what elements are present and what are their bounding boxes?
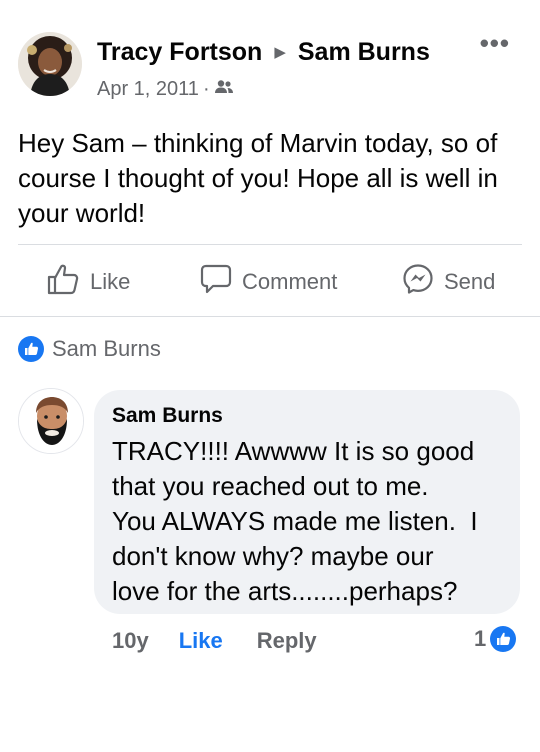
send-button[interactable]: Send xyxy=(402,258,495,306)
comment-text-line: don't know why? maybe our xyxy=(112,541,434,571)
author-name[interactable]: Tracy Fortson xyxy=(97,38,262,67)
reactions-summary[interactable]: Sam Burns xyxy=(18,336,161,362)
comment-button[interactable]: Comment xyxy=(200,258,337,306)
like-label: Like xyxy=(90,269,131,294)
like-reaction-icon xyxy=(490,626,517,652)
messenger-icon xyxy=(402,263,444,301)
meta-separator: · xyxy=(202,78,210,100)
commenter-avatar[interactable] xyxy=(18,388,84,454)
comment-text-line: love for the arts........perhaps? xyxy=(112,576,458,606)
comment-text-line: TRACY!!!! Awwww It is so good xyxy=(112,436,475,466)
comment-text-line: that you reached out to me. xyxy=(112,471,429,501)
comment-actions: 10y Like Reply xyxy=(112,626,317,656)
author-avatar-image xyxy=(18,32,82,96)
post-action-bar: Like Comment Send xyxy=(0,258,540,306)
thumbs-up-icon xyxy=(46,263,90,301)
comment-like-button[interactable]: Like xyxy=(179,628,223,654)
more-dots-icon[interactable]: ••• xyxy=(480,28,510,59)
post-meta: Apr 1, 2011 · xyxy=(97,78,234,101)
post-date[interactable]: Apr 1, 2011 xyxy=(97,78,199,101)
liked-by-name: Sam Burns xyxy=(52,336,161,361)
send-label: Send xyxy=(444,269,496,294)
comment-author[interactable]: Sam Burns xyxy=(112,404,502,428)
divider xyxy=(0,316,540,317)
comment-label: Comment xyxy=(242,269,338,294)
post-header: Tracy Fortson ▶ Sam Burns Apr 1, 2011 · … xyxy=(18,28,528,102)
post-body: Hey Sam – thinking of Marvin today, so o… xyxy=(18,128,498,228)
like-reaction-icon xyxy=(18,336,44,362)
author-avatar[interactable] xyxy=(18,32,82,96)
comment-bubble-icon xyxy=(200,263,242,301)
comment-text-line: You ALWAYS made me listen. I xyxy=(112,506,478,536)
arrow-right-icon: ▶ xyxy=(274,43,286,61)
comment-text: TRACY!!!! Awwww It is so good that you r… xyxy=(112,434,502,609)
author-line: Tracy Fortson ▶ Sam Burns xyxy=(97,38,430,67)
comment-reply-button[interactable]: Reply xyxy=(257,628,317,654)
reaction-count: 1 xyxy=(474,626,487,651)
comment-reaction-count[interactable]: 1 xyxy=(474,626,517,652)
like-button[interactable]: Like xyxy=(46,258,130,306)
divider xyxy=(18,244,522,245)
target-name[interactable]: Sam Burns xyxy=(298,38,430,67)
comment-timestamp[interactable]: 10y xyxy=(112,628,149,654)
commenter-avatar-image xyxy=(19,389,83,453)
comment-bubble: Sam Burns TRACY!!!! Awwww It is so good … xyxy=(94,390,520,614)
friends-icon[interactable] xyxy=(214,78,234,101)
